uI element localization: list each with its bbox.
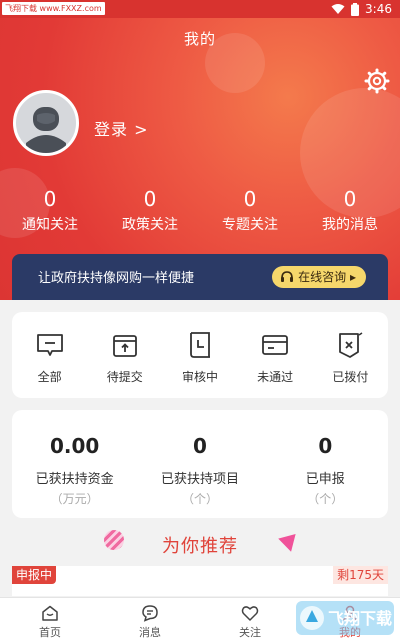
days-remaining-badge: 剩175天 — [333, 566, 388, 584]
fund-unit: （万元） — [50, 492, 99, 506]
tab-messages[interactable]: 消息 — [100, 598, 200, 642]
avatar[interactable] — [13, 90, 79, 156]
clock-time: 3:46 — [365, 2, 392, 16]
status-all[interactable]: 全部 — [12, 312, 87, 398]
application-status-card: 全部 待提交 审核中 未通过 已拨付 — [12, 312, 388, 398]
status-label: 未通过 — [257, 370, 294, 384]
stat-value: 0 — [43, 187, 57, 211]
recommended-item[interactable]: 申报中 剩175天 — [12, 566, 388, 596]
my-page-screen: 飞翔下载 www.FXXZ.com 3:46 我的 登录 > 0 通知关注 0 … — [0, 0, 400, 642]
tab-label: 首页 — [39, 626, 61, 639]
login-link[interactable]: 登录 > — [94, 116, 149, 140]
status-rejected[interactable]: 未通过 — [238, 312, 313, 398]
status-pending-submit[interactable]: 待提交 — [87, 312, 162, 398]
stat-value: 0 — [343, 187, 357, 211]
fund-label: 已获扶持资金 — [35, 472, 114, 487]
status-label: 已拨付 — [332, 370, 369, 384]
fund-projects[interactable]: 0 已获扶持项目 （个） — [137, 410, 262, 518]
status-label: 审核中 — [181, 370, 218, 384]
stat-label: 我的消息 — [322, 217, 378, 233]
fund-label: 已申报 — [305, 472, 345, 487]
card-icon — [262, 335, 289, 355]
message-box-icon — [36, 334, 63, 356]
download-site-badge: 飞翔下载 www.FXXZ.com — [2, 2, 105, 15]
follow-stats: 0 通知关注 0 政策关注 0 专题关注 0 我的消息 — [0, 186, 400, 236]
default-user-icon — [26, 107, 66, 153]
chat-icon — [142, 605, 158, 622]
status-bar: 飞翔下载 www.FXXZ.com 3:46 — [0, 0, 400, 18]
watermark-text: 飞翔下载 — [328, 609, 392, 628]
cross-doc-icon — [339, 332, 363, 358]
headset-icon — [281, 271, 294, 282]
settings-gear-icon[interactable] — [364, 68, 390, 94]
battery-icon — [351, 2, 360, 16]
recommend-title: 为你推荐 — [162, 536, 238, 557]
fund-unit: （个） — [307, 492, 344, 506]
page-title: 我的 — [183, 30, 216, 48]
funding-summary-card: 0.00 已获扶持资金 （万元） 0 已获扶持项目 （个） 0 已申报 （个） — [12, 410, 388, 518]
stat-label: 通知关注 — [22, 217, 78, 233]
fund-value: 0.00 — [49, 434, 100, 458]
upload-box-icon — [112, 335, 137, 357]
status-label: 待提交 — [106, 370, 143, 384]
stat-label: 政策关注 — [122, 217, 178, 233]
status-disbursed[interactable]: 已拨付 — [313, 312, 388, 398]
tab-label: 消息 — [139, 626, 161, 639]
download-site-watermark-icon: 飞翔下载 — [296, 601, 394, 635]
tab-follow[interactable]: 关注 — [200, 598, 300, 642]
tab-label: 关注 — [239, 626, 261, 639]
online-consult-button[interactable]: 在线咨询 ▸ — [272, 266, 366, 288]
stat-policy-follow[interactable]: 0 政策关注 — [100, 186, 200, 236]
consult-banner: 让政府扶持像网购一样便捷 在线咨询 ▸ — [12, 254, 388, 300]
status-badge: 申报中 — [12, 566, 57, 584]
home-icon — [42, 605, 58, 621]
profile-header: 我的 登录 > 0 通知关注 0 政策关注 0 专题关注 0 我的消息 让政府扶… — [0, 18, 400, 300]
tab-home[interactable]: 首页 — [0, 598, 100, 642]
stat-label: 专题关注 — [222, 217, 278, 233]
status-label: 全部 — [37, 370, 62, 384]
fund-unit: （个） — [181, 492, 218, 506]
stat-topic-follow[interactable]: 0 专题关注 — [200, 186, 300, 236]
banner-slogan: 让政府扶持像网购一样便捷 — [38, 271, 195, 286]
wifi-icon — [331, 4, 345, 14]
clock-doc-icon — [190, 332, 210, 358]
heart-icon — [241, 606, 259, 621]
stat-notice-follow[interactable]: 0 通知关注 — [0, 186, 100, 236]
fund-amount[interactable]: 0.00 已获扶持资金 （万元） — [12, 410, 137, 518]
status-reviewing[interactable]: 审核中 — [162, 312, 237, 398]
fund-applied[interactable]: 0 已申报 （个） — [263, 410, 388, 518]
fund-value: 0 — [193, 434, 207, 458]
stat-value: 0 — [143, 187, 157, 211]
consult-label: 在线咨询 ▸ — [298, 270, 356, 284]
stat-my-messages[interactable]: 0 我的消息 — [300, 186, 400, 236]
fund-label: 已获扶持项目 — [160, 472, 239, 487]
fund-value: 0 — [318, 434, 333, 458]
stat-value: 0 — [243, 187, 257, 211]
status-icons: 3:46 — [331, 2, 392, 16]
